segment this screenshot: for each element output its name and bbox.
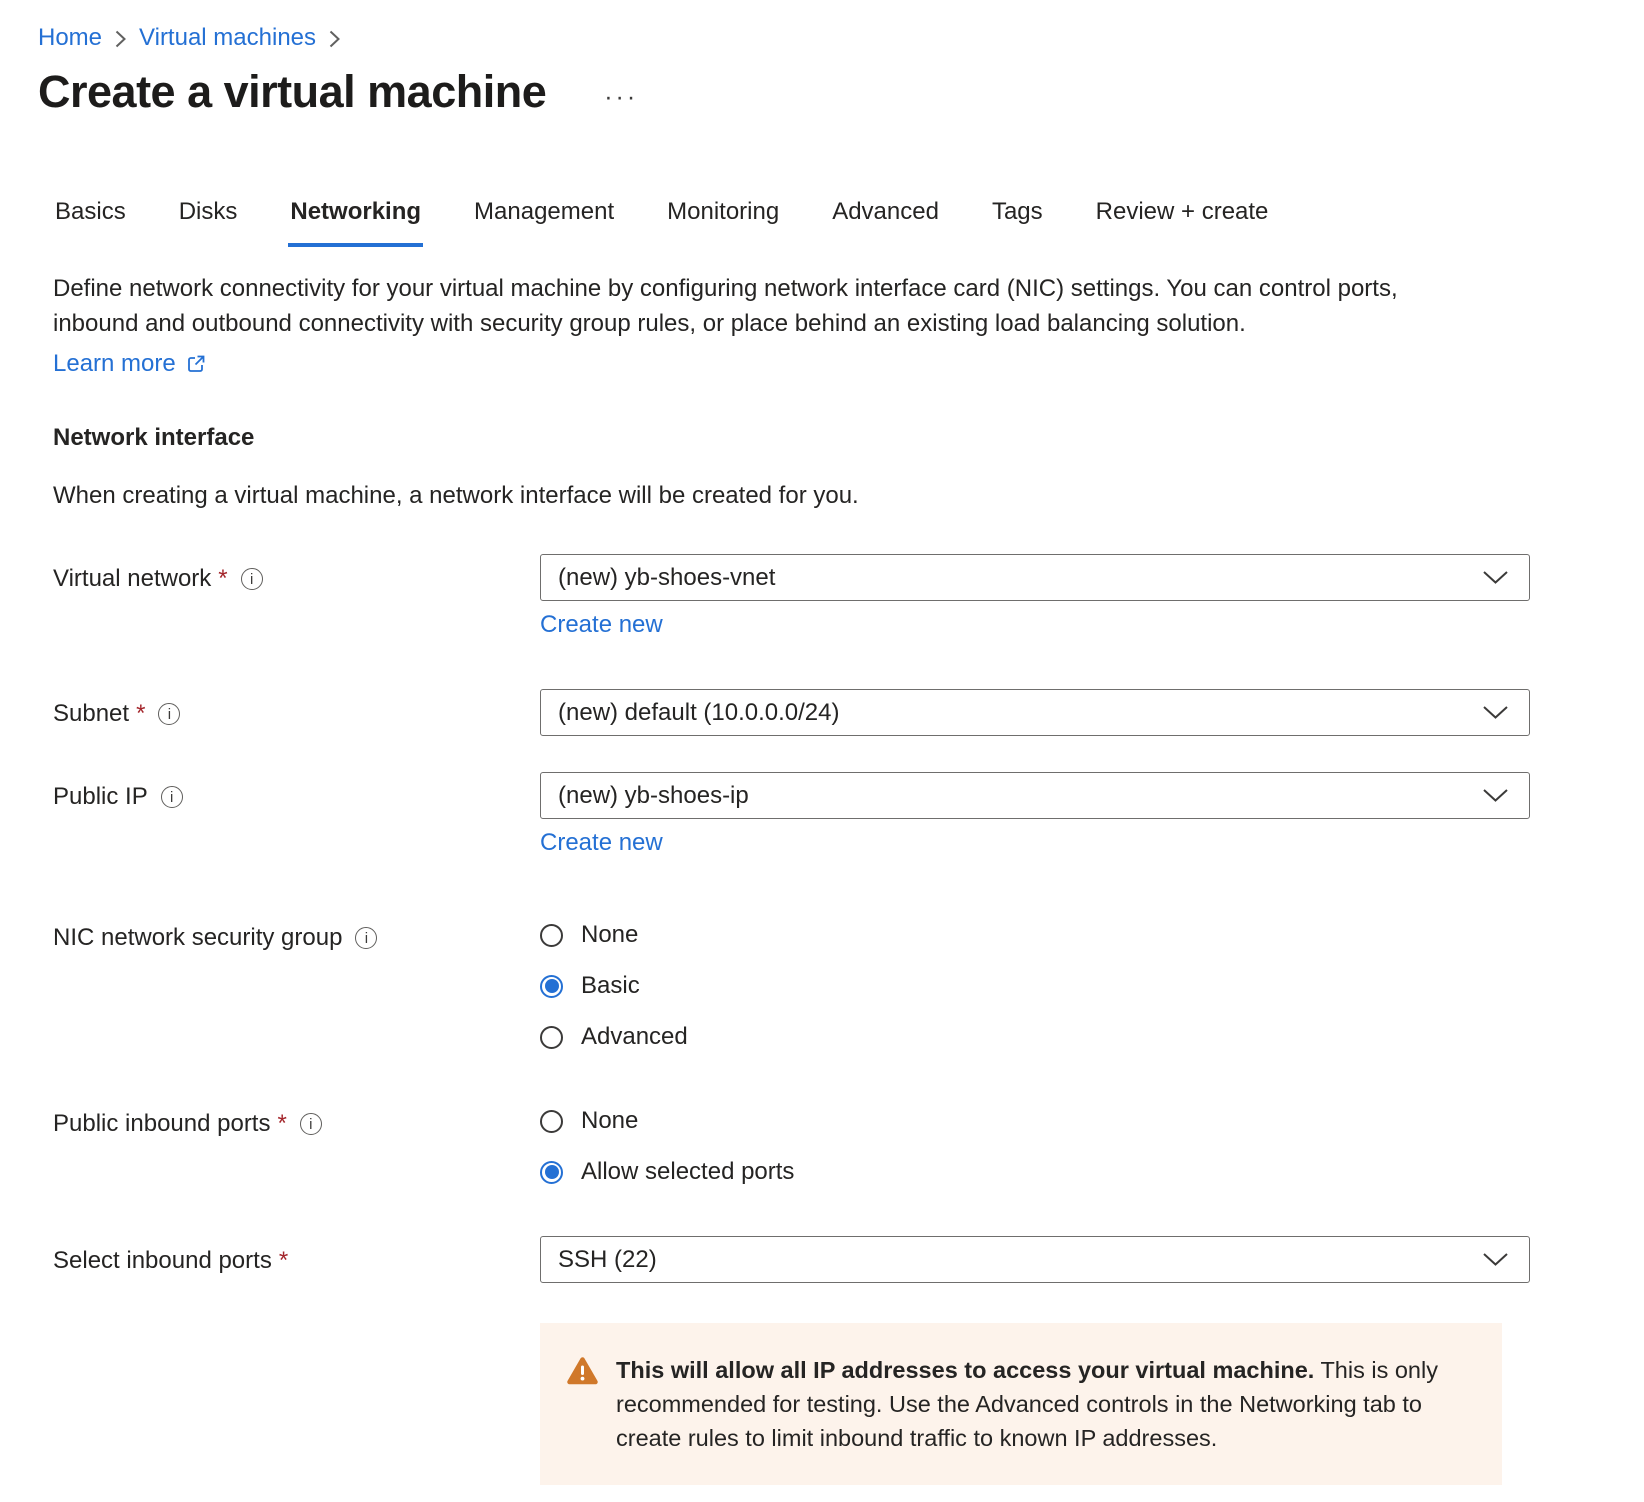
- breadcrumb-home[interactable]: Home: [38, 24, 102, 52]
- subnet-value: (new) default (10.0.0.0/24): [558, 699, 840, 727]
- radio-label: None: [581, 921, 638, 949]
- public-ip-select[interactable]: (new) yb-shoes-ip: [540, 772, 1530, 819]
- tab-basics[interactable]: Basics: [53, 198, 128, 247]
- label-text: Public inbound ports: [53, 1110, 270, 1138]
- section-heading: Network interface: [53, 424, 1644, 452]
- warning-icon: [566, 1356, 599, 1391]
- more-options-button[interactable]: ···: [604, 85, 638, 110]
- radio-label: Allow selected ports: [581, 1158, 794, 1186]
- learn-more-label: Learn more: [53, 350, 176, 378]
- tab-bar: Basics Disks Networking Management Monit…: [53, 198, 1644, 247]
- label-text: Virtual network: [53, 565, 211, 593]
- info-icon[interactable]: i: [241, 568, 263, 590]
- field-virtual-network: Virtual network * i (new) yb-shoes-vnet …: [53, 554, 1644, 639]
- tab-advanced[interactable]: Advanced: [830, 198, 941, 247]
- public-inbound-ports-radio-allow-selected[interactable]: Allow selected ports: [540, 1158, 1530, 1186]
- chevron-right-icon: [114, 28, 127, 50]
- subnet-label: Subnet * i: [53, 689, 540, 728]
- chevron-down-icon: [1482, 705, 1509, 720]
- networking-form: Virtual network * i (new) yb-shoes-vnet …: [53, 554, 1644, 1485]
- nic-nsg-label: NIC network security group i: [53, 921, 540, 952]
- required-asterisk: *: [218, 565, 227, 593]
- virtual-network-label: Virtual network * i: [53, 554, 540, 593]
- ellipsis-icon: ···: [604, 83, 638, 111]
- required-asterisk: *: [136, 700, 145, 728]
- public-ip-label: Public IP i: [53, 772, 540, 811]
- radio-circle: [540, 1110, 563, 1133]
- virtual-network-value: (new) yb-shoes-vnet: [558, 564, 775, 592]
- breadcrumb: Home Virtual machines: [38, 24, 1644, 52]
- tab-monitoring[interactable]: Monitoring: [665, 198, 781, 247]
- title-row: Create a virtual machine ···: [38, 66, 1644, 118]
- page-title: Create a virtual machine: [38, 66, 546, 118]
- public-inbound-ports-label: Public inbound ports * i: [53, 1107, 540, 1138]
- create-new-public-ip-link[interactable]: Create new: [540, 829, 663, 857]
- public-inbound-ports-radio-none[interactable]: None: [540, 1107, 1530, 1135]
- field-public-ip: Public IP i (new) yb-shoes-ip Create new: [53, 772, 1644, 857]
- chevron-right-icon: [328, 28, 341, 50]
- info-icon[interactable]: i: [355, 927, 377, 949]
- warning-banner: This will allow all IP addresses to acce…: [540, 1323, 1502, 1485]
- label-text: Public IP: [53, 783, 148, 811]
- public-inbound-ports-radio-group: None Allow selected ports: [540, 1107, 1530, 1186]
- nic-nsg-radio-advanced[interactable]: Advanced: [540, 1023, 1530, 1051]
- radio-circle-selected: [540, 1161, 563, 1184]
- subnet-select[interactable]: (new) default (10.0.0.0/24): [540, 689, 1530, 736]
- radio-circle: [540, 1026, 563, 1049]
- breadcrumb-virtual-machines[interactable]: Virtual machines: [139, 24, 316, 52]
- section-description: When creating a virtual machine, a netwo…: [53, 482, 1644, 510]
- radio-circle-selected: [540, 975, 563, 998]
- chevron-down-icon: [1482, 788, 1509, 803]
- select-inbound-ports-select[interactable]: SSH (22): [540, 1236, 1530, 1283]
- warning-bold-text: This will allow all IP addresses to acce…: [616, 1357, 1314, 1383]
- learn-more-link[interactable]: Learn more: [53, 350, 207, 378]
- tab-review-create[interactable]: Review + create: [1094, 198, 1271, 247]
- radio-label: Advanced: [581, 1023, 688, 1051]
- radio-label: None: [581, 1107, 638, 1135]
- field-public-inbound-ports: Public inbound ports * i None Allow sele…: [53, 1107, 1644, 1186]
- chevron-down-icon: [1482, 570, 1509, 585]
- required-asterisk: *: [277, 1110, 286, 1138]
- info-icon[interactable]: i: [158, 703, 180, 725]
- label-text: NIC network security group: [53, 924, 342, 952]
- public-ip-value: (new) yb-shoes-ip: [558, 782, 749, 810]
- nic-nsg-radio-basic[interactable]: Basic: [540, 972, 1530, 1000]
- select-inbound-ports-label: Select inbound ports *: [53, 1236, 540, 1275]
- radio-label: Basic: [581, 972, 640, 1000]
- label-text: Select inbound ports: [53, 1247, 272, 1275]
- tab-disks[interactable]: Disks: [177, 198, 240, 247]
- chevron-down-icon: [1482, 1252, 1509, 1267]
- external-link-icon: [185, 353, 207, 375]
- tab-tags[interactable]: Tags: [990, 198, 1045, 247]
- create-vm-page: Home Virtual machines Create a virtual m…: [0, 0, 1644, 1485]
- tab-management[interactable]: Management: [472, 198, 616, 247]
- field-select-inbound-ports: Select inbound ports * SSH (22): [53, 1236, 1644, 1283]
- select-inbound-ports-value: SSH (22): [558, 1246, 657, 1274]
- label-text: Subnet: [53, 700, 129, 728]
- virtual-network-select[interactable]: (new) yb-shoes-vnet: [540, 554, 1530, 601]
- nic-nsg-radio-none[interactable]: None: [540, 921, 1530, 949]
- warning-text: This will allow all IP addresses to acce…: [616, 1353, 1472, 1455]
- info-icon[interactable]: i: [300, 1113, 322, 1135]
- required-asterisk: *: [279, 1247, 288, 1275]
- nic-nsg-radio-group: None Basic Advanced: [540, 921, 1530, 1051]
- radio-circle: [540, 924, 563, 947]
- field-subnet: Subnet * i (new) default (10.0.0.0/24): [53, 689, 1644, 736]
- create-new-virtual-network-link[interactable]: Create new: [540, 611, 663, 639]
- intro-text: Define network connectivity for your vir…: [53, 271, 1483, 341]
- field-nic-nsg: NIC network security group i None Basic …: [53, 921, 1644, 1051]
- info-icon[interactable]: i: [161, 786, 183, 808]
- tab-networking[interactable]: Networking: [288, 198, 423, 247]
